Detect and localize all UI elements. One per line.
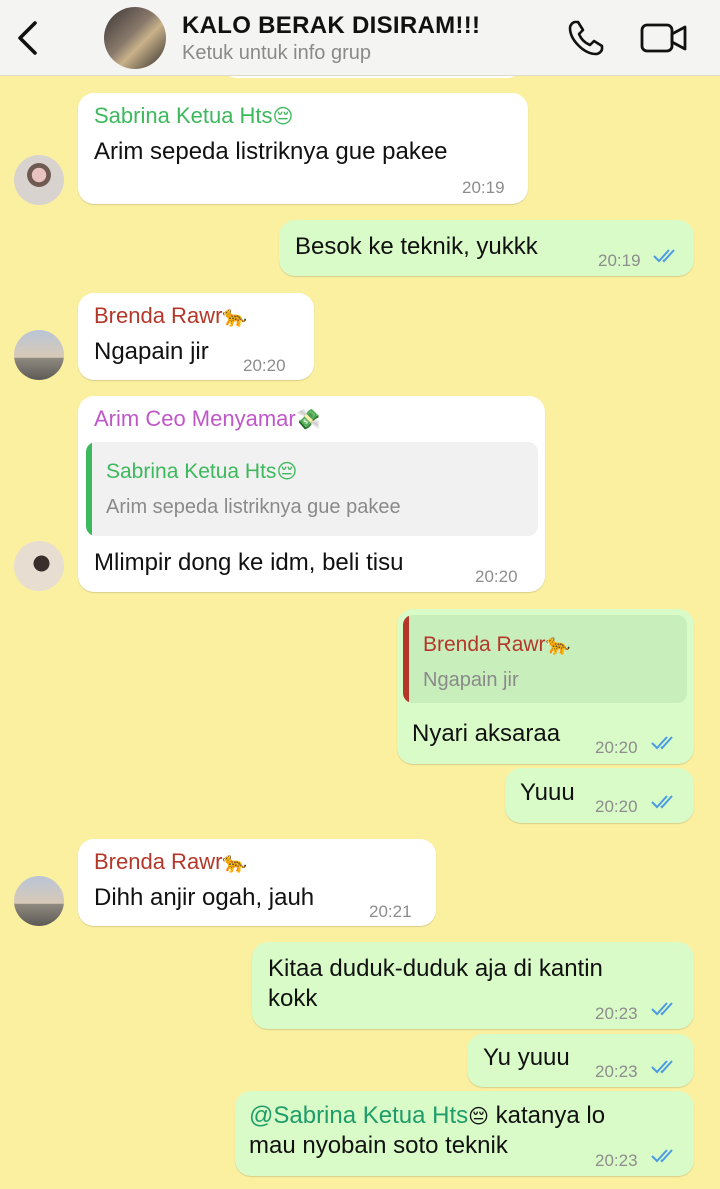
back-arrow-icon[interactable]	[14, 20, 40, 56]
mention-emoji: 😔	[468, 1104, 489, 1128]
message-bubble[interactable]: Brenda Rawr🐆 Ngapain jir 20:20	[78, 293, 314, 380]
group-avatar[interactable]	[104, 7, 166, 69]
message-time: 20:23	[595, 1004, 638, 1023]
message-text: Nyari aksaraa	[412, 720, 561, 747]
read-ticks-icon	[651, 736, 673, 750]
message-time: 20:19	[598, 251, 641, 270]
avatar-brenda[interactable]	[14, 876, 64, 926]
video-call-icon[interactable]	[640, 22, 688, 54]
message-text: Yu yuuu	[483, 1044, 570, 1071]
group-subtitle[interactable]: Ketuk untuk info grup	[182, 42, 371, 65]
message-text-line-2: mau nyobain soto teknik	[249, 1132, 508, 1159]
message-bubble[interactable]: Kitaa duduk-duduk aja di kantin kokk 20:…	[252, 942, 694, 1029]
message-bubble[interactable]: @Sabrina Ketua Hts😔 katanya lo mau nyoba…	[235, 1091, 694, 1176]
sender-emoji: 🐆	[222, 304, 248, 328]
read-ticks-icon	[651, 1149, 673, 1163]
avatar-sabrina[interactable]	[14, 155, 64, 205]
reply-sender: Sabrina Ketua Hts😔	[106, 459, 298, 483]
message-time: 20:20	[475, 567, 518, 586]
sender-name[interactable]: Sabrina Ketua Hts😔	[94, 103, 293, 129]
read-ticks-icon	[651, 1002, 673, 1016]
message-bubble[interactable]: Yu yuuu 20:23	[467, 1034, 694, 1087]
read-ticks-icon	[651, 795, 673, 809]
message-time: 20:23	[595, 1151, 638, 1170]
message-time: 20:19	[462, 178, 505, 197]
reply-text: Arim sepeda listriknya gue pakee	[106, 496, 401, 518]
message-text: Ngapain jir	[94, 338, 209, 365]
sender-emoji: 🐆	[222, 850, 248, 874]
read-ticks-icon	[653, 249, 675, 263]
reply-quote[interactable]: Sabrina Ketua Hts😔 Arim sepeda listrikny…	[86, 442, 538, 536]
message-text: Mlimpir dong ke idm, beli tisu	[94, 549, 404, 576]
mention-link[interactable]: @Sabrina Ketua Hts	[249, 1102, 468, 1129]
message-text: Besok ke teknik, yukkk	[295, 233, 538, 260]
reply-sender: Brenda Rawr🐆	[423, 632, 571, 656]
message-bubble[interactable]: Brenda Rawr🐆 Dihh anjir ogah, jauh 20:21	[78, 839, 436, 926]
message-time: 20:21	[369, 902, 412, 921]
message-time: 20:20	[243, 356, 286, 375]
message-text: Yuuu	[520, 779, 575, 806]
message-time: 20:20	[595, 738, 638, 757]
avatar-brenda[interactable]	[14, 330, 64, 380]
reply-quote-bar	[86, 442, 92, 536]
sender-name[interactable]: Brenda Rawr🐆	[94, 303, 247, 329]
message-text-line-1: Kitaa duduk-duduk aja di kantin	[268, 955, 603, 982]
sender-name[interactable]: Arim Ceo Menyamar💸	[94, 406, 321, 432]
phone-call-icon[interactable]	[566, 18, 606, 58]
read-ticks-icon	[651, 1060, 673, 1074]
message-bubble[interactable]: Sabrina Ketua Hts😔 Arim sepeda listrikny…	[78, 93, 528, 204]
chat-header: KALO BERAK DISIRAM!!! Ketuk untuk info g…	[0, 0, 720, 76]
message-text: Dihh anjir ogah, jauh	[94, 884, 315, 911]
message-bubble[interactable]: Brenda Rawr🐆 Ngapain jir Nyari aksaraa 2…	[397, 609, 694, 764]
message-time: 20:23	[595, 1062, 638, 1081]
message-bubble[interactable]: Besok ke teknik, yukkk 20:19	[279, 220, 694, 276]
message-bubble[interactable]: Yuuu 20:20	[505, 768, 694, 823]
avatar-arim[interactable]	[14, 541, 64, 591]
sender-name[interactable]: Brenda Rawr🐆	[94, 849, 247, 875]
message-text: Arim sepeda listriknya gue pakee	[94, 138, 448, 165]
sender-emoji: 💸	[295, 407, 321, 431]
message-text-line-1: @Sabrina Ketua Hts😔 katanya lo	[249, 1102, 606, 1129]
reply-text: Ngapain jir	[423, 669, 519, 691]
reply-quote[interactable]: Brenda Rawr🐆 Ngapain jir	[403, 615, 687, 703]
message-bubble[interactable]: Arim Ceo Menyamar💸 Sabrina Ketua Hts😔 Ar…	[78, 396, 545, 592]
sender-emoji: 😔	[272, 104, 294, 128]
message-time: 20:20	[595, 797, 638, 816]
message-text-line-2: kokk	[268, 985, 318, 1012]
group-title[interactable]: KALO BERAK DISIRAM!!!	[182, 12, 480, 40]
reply-quote-bar	[403, 615, 409, 703]
